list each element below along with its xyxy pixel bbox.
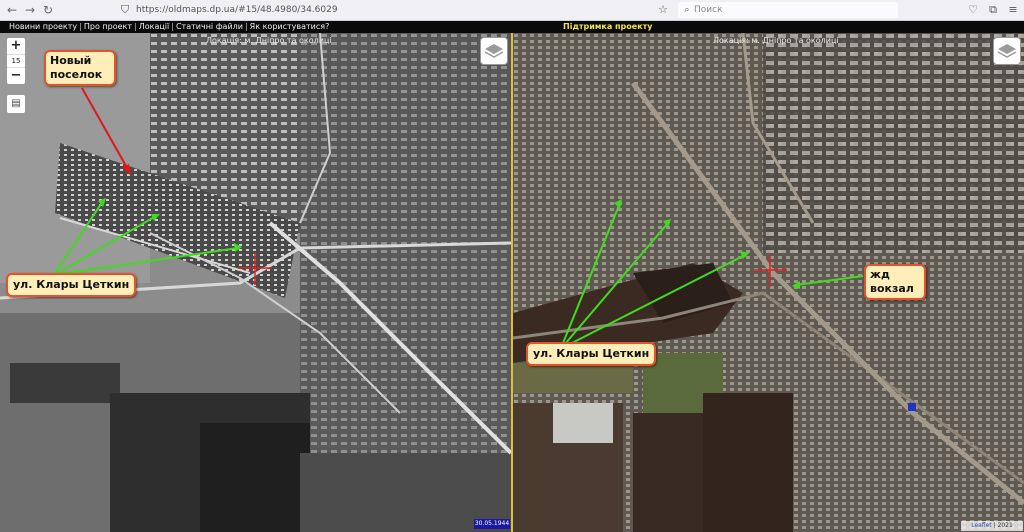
zoom-out-button[interactable]: −: [7, 68, 25, 84]
new-settlement-callout: Новый поселок: [44, 50, 116, 86]
bookmark-star-icon[interactable]: ☆: [656, 3, 670, 17]
satellite-imagery: [513, 33, 1024, 532]
menu-separator: |: [134, 22, 137, 31]
layers-icon: [484, 44, 504, 58]
layers-icon: [997, 44, 1017, 58]
shield-icon: ⛉: [120, 3, 130, 16]
pocket-icon[interactable]: ♡: [966, 3, 980, 17]
zoom-level: 15: [7, 54, 25, 68]
search-placeholder: Поиск: [694, 5, 723, 15]
menu-links: Новини проекту | Про проект | Локації | Статич…: [9, 21, 329, 33]
zoom-in-button[interactable]: +: [7, 38, 25, 54]
menu-item-static-files[interactable]: Статичні файли: [176, 22, 243, 31]
reload-icon[interactable]: ↻: [40, 2, 56, 18]
menu-separator: |: [171, 22, 174, 31]
map-attribution: Leaflet | 2021 Google: [961, 521, 1023, 531]
search-icon: ⌕: [684, 5, 690, 15]
extensions-icon[interactable]: ⧉: [986, 3, 1000, 17]
menu-item-locations[interactable]: Локації: [139, 22, 170, 31]
document-icon[interactable]: ▤: [6, 94, 26, 114]
search-input[interactable]: ⌕ Поиск: [678, 2, 898, 18]
menu-separator: |: [79, 22, 82, 31]
satellite-map-pane[interactable]: Локація: м. Дніпро та околиці ул. Клары …: [513, 33, 1024, 532]
railway-station-callout: жд вокзал: [864, 264, 926, 300]
location-label: Локація: м. Дніпро та околиці: [206, 36, 332, 45]
url-bar[interactable]: ⛉ https://oldmaps.dp.ua/#15/48.4980/34.6…: [118, 2, 678, 18]
url-text: https://oldmaps.dp.ua/#15/48.4980/34.602…: [136, 5, 338, 15]
back-icon[interactable]: ←: [4, 2, 20, 18]
menu-item-about[interactable]: Про проект: [84, 22, 132, 31]
menu-separator: |: [244, 22, 248, 31]
layers-button[interactable]: [993, 37, 1021, 65]
layers-button[interactable]: [480, 37, 508, 65]
browser-toolbar: ← → ↻ ⛉ https://oldmaps.dp.ua/#15/48.498…: [0, 0, 1024, 21]
street-callout: ул. Клары Цеткин: [526, 342, 657, 366]
site-menu-bar: Новини проекту | Про проект | Локації | Статич…: [0, 21, 1024, 33]
historic-map-pane[interactable]: Локація: м. Дніпро та околиці + 15 − ▤ Н…: [0, 33, 511, 532]
menu-icon[interactable]: ≡: [1006, 3, 1020, 17]
menu-item-how-to-use[interactable]: Як користуватися?: [250, 22, 330, 31]
location-label: Локація: м. Дніпро та околиці: [713, 36, 839, 45]
support-project-link[interactable]: Підтримка проекту: [563, 21, 652, 33]
imagery-date-badge: 30.05.1944: [474, 519, 510, 529]
zoom-control: + 15 −: [6, 37, 26, 85]
forward-icon[interactable]: →: [22, 2, 38, 18]
leaflet-link[interactable]: Leaflet: [971, 522, 991, 529]
menu-item-news[interactable]: Новини проекту: [9, 22, 77, 31]
street-callout: ул. Клары Цеткин: [6, 273, 137, 297]
